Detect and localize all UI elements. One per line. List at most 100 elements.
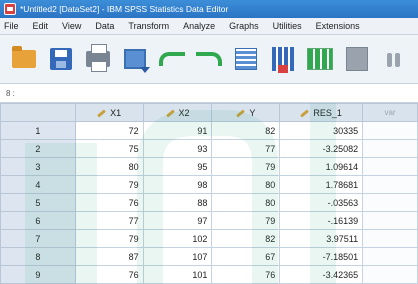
data-cell[interactable]: 98 bbox=[142, 175, 213, 194]
data-cell[interactable]: 79 bbox=[74, 229, 144, 248]
data-cell[interactable]: 67 bbox=[211, 247, 281, 266]
data-cell[interactable]: 75 bbox=[74, 139, 144, 158]
data-cell[interactable]: 97 bbox=[142, 211, 213, 230]
empty-cell[interactable] bbox=[362, 211, 418, 230]
variables-button[interactable] bbox=[269, 45, 297, 73]
split-file-button[interactable] bbox=[343, 45, 371, 73]
data-cell[interactable]: 76 bbox=[74, 265, 144, 284]
save-button[interactable] bbox=[47, 45, 75, 73]
data-cell[interactable]: 87 bbox=[74, 247, 144, 266]
menu-utilities[interactable]: Utilities bbox=[266, 21, 309, 31]
row-header[interactable]: 7 bbox=[0, 229, 76, 248]
menu-view[interactable]: View bbox=[55, 21, 88, 31]
row-header[interactable]: 8 bbox=[0, 247, 76, 266]
empty-cell[interactable] bbox=[362, 247, 418, 266]
empty-cell[interactable] bbox=[362, 139, 418, 158]
data-cell[interactable]: -.16139 bbox=[279, 211, 364, 230]
data-cell[interactable]: 79 bbox=[211, 157, 281, 176]
binoculars-icon bbox=[387, 49, 401, 69]
print-icon bbox=[86, 44, 110, 72]
binoculars-button[interactable] bbox=[380, 45, 408, 73]
column-label: RES_1 bbox=[313, 107, 342, 118]
data-cell[interactable]: 80 bbox=[211, 193, 281, 212]
row-header[interactable]: 5 bbox=[0, 193, 76, 212]
row-header[interactable]: 3 bbox=[0, 157, 76, 176]
data-cell[interactable]: 77 bbox=[74, 211, 144, 230]
window-title: *Untitled2 [DataSet2] - IBM SPSS Statist… bbox=[20, 4, 229, 14]
empty-cell[interactable] bbox=[362, 175, 418, 194]
empty-cell[interactable] bbox=[362, 229, 418, 248]
menu-edit[interactable]: Edit bbox=[26, 21, 56, 31]
menu-transform[interactable]: Transform bbox=[121, 21, 176, 31]
data-cell[interactable]: 80 bbox=[211, 175, 281, 194]
undo-icon bbox=[159, 52, 185, 66]
data-cell[interactable]: 79 bbox=[211, 211, 281, 230]
data-cell[interactable]: 102 bbox=[142, 229, 213, 248]
data-cell[interactable]: 91 bbox=[142, 121, 213, 140]
corner-cell[interactable] bbox=[0, 103, 76, 122]
data-cell[interactable]: 82 bbox=[211, 121, 281, 140]
split-file-icon bbox=[346, 47, 368, 71]
column-header-y[interactable]: Y bbox=[211, 103, 281, 122]
data-cell[interactable]: -3.42365 bbox=[279, 265, 364, 284]
data-cell[interactable]: 76 bbox=[74, 193, 144, 212]
table-row: 3 80 95 79 1.09614 bbox=[0, 157, 418, 176]
scale-pencil-icon bbox=[236, 109, 246, 118]
scale-pencil-icon bbox=[300, 109, 310, 118]
data-grid: X1 X2 Y RES_1 var 1 72 91 82 30335 2 75 93 77 -3.… bbox=[0, 103, 418, 284]
data-cell[interactable]: 76 bbox=[211, 265, 281, 284]
cell-reference-bar[interactable]: 8 : bbox=[0, 84, 418, 103]
menu-file[interactable]: File bbox=[0, 21, 26, 31]
data-cell[interactable]: -.03563 bbox=[279, 193, 364, 212]
menu-data[interactable]: Data bbox=[88, 21, 121, 31]
data-cell[interactable]: 30335 bbox=[279, 121, 364, 140]
menu-graphs[interactable]: Graphs bbox=[222, 21, 266, 31]
data-cell[interactable]: 101 bbox=[142, 265, 213, 284]
data-cell[interactable]: 79 bbox=[74, 175, 144, 194]
menu-analyze[interactable]: Analyze bbox=[176, 21, 222, 31]
data-cell[interactable]: 72 bbox=[74, 121, 144, 140]
table-row: 4 79 98 80 1.78681 bbox=[0, 175, 418, 194]
redo-icon bbox=[196, 52, 222, 66]
scale-pencil-icon bbox=[165, 109, 175, 118]
variables-icon bbox=[272, 47, 294, 73]
data-cell[interactable]: 77 bbox=[211, 139, 281, 158]
print-button[interactable] bbox=[84, 44, 112, 73]
menu-extensions[interactable]: Extensions bbox=[309, 21, 367, 31]
undo-button[interactable] bbox=[158, 45, 186, 73]
column-header-x1[interactable]: X1 bbox=[74, 103, 144, 122]
recall-dialog-button[interactable] bbox=[121, 45, 150, 73]
redo-button[interactable] bbox=[195, 45, 223, 73]
row-header[interactable]: 2 bbox=[0, 139, 76, 158]
data-cell[interactable]: -3.25082 bbox=[279, 139, 364, 158]
row-header[interactable]: 9 bbox=[0, 265, 76, 284]
empty-cell[interactable] bbox=[362, 157, 418, 176]
goto-case-button[interactable] bbox=[232, 45, 260, 73]
column-label: X1 bbox=[110, 107, 122, 118]
data-cell[interactable]: 3.97511 bbox=[279, 229, 364, 248]
row-header[interactable]: 1 bbox=[0, 121, 76, 140]
data-cell[interactable]: 88 bbox=[142, 193, 213, 212]
data-cell[interactable]: 95 bbox=[142, 157, 213, 176]
row-header[interactable]: 6 bbox=[0, 211, 76, 230]
empty-cell[interactable] bbox=[362, 193, 418, 212]
row-header[interactable]: 4 bbox=[0, 175, 76, 194]
empty-cell[interactable] bbox=[362, 121, 418, 140]
data-cell[interactable]: 1.78681 bbox=[279, 175, 364, 194]
column-header-var[interactable]: var bbox=[362, 103, 418, 122]
find-button[interactable] bbox=[306, 45, 334, 73]
data-cell[interactable]: 107 bbox=[142, 247, 213, 266]
data-cell[interactable]: 1.09614 bbox=[279, 157, 364, 176]
table-row: 7 79 102 82 3.97511 bbox=[0, 229, 418, 248]
open-button[interactable] bbox=[10, 45, 38, 73]
column-header-res-1[interactable]: RES_1 bbox=[279, 103, 364, 122]
column-header-row: X1 X2 Y RES_1 var bbox=[0, 103, 418, 122]
table-row: 2 75 93 77 -3.25082 bbox=[0, 139, 418, 158]
column-header-x2[interactable]: X2 bbox=[142, 103, 213, 122]
data-cell[interactable]: 80 bbox=[74, 157, 144, 176]
empty-cell[interactable] bbox=[362, 265, 418, 284]
data-cell[interactable]: 82 bbox=[211, 229, 281, 248]
data-cell[interactable]: -7.18501 bbox=[279, 247, 364, 266]
column-label: Y bbox=[249, 107, 256, 118]
data-cell[interactable]: 93 bbox=[142, 139, 213, 158]
